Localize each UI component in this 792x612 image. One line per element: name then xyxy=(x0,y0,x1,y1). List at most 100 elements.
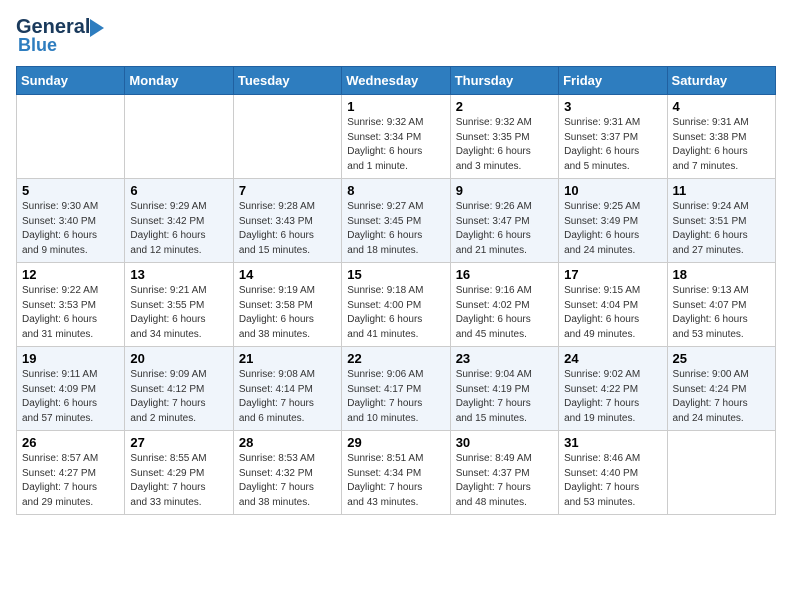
calendar-cell: 26 Sunrise: 8:57 AM Sunset: 4:27 PM Dayli… xyxy=(17,431,125,515)
day-info: Sunrise: 9:31 AM Sunset: 3:38 PM Dayligh… xyxy=(673,116,770,174)
day-number: 18 xyxy=(673,267,770,282)
calendar-week-row: 1Sunrise: 9:32 AM Sunset: 3:34 PM Daylig… xyxy=(17,95,776,179)
day-number: 31 xyxy=(564,435,661,450)
calendar-cell: 11Sunrise: 9:24 AM Sunset: 3:51 PM Dayli… xyxy=(667,179,775,263)
calendar-week-row: 12 Sunrise: 9:22 AM Sunset: 3:53 PM Dayli… xyxy=(17,263,776,347)
day-info: Sunrise: 8:49 AM Sunset: 4:37 PM Dayligh… xyxy=(456,452,553,510)
day-number: 17 xyxy=(564,267,661,282)
day-of-week-header: Saturday xyxy=(667,67,775,95)
calendar-cell: 18 Sunrise: 9:13 AM Sunset: 4:07 PM Dayli… xyxy=(667,263,775,347)
calendar-week-row: 26 Sunrise: 8:57 AM Sunset: 4:27 PM Dayli… xyxy=(17,431,776,515)
calendar-cell: 10 Sunrise: 9:25 AM Sunset: 3:49 PM Dayli… xyxy=(559,179,667,263)
calendar-cell: 19 Sunrise: 9:11 AM Sunset: 4:09 PM Dayli… xyxy=(17,347,125,431)
calendar-cell: 16 Sunrise: 9:16 AM Sunset: 4:02 PM Dayli… xyxy=(450,263,558,347)
calendar-cell: 27 Sunrise: 8:55 AM Sunset: 4:29 PM Dayli… xyxy=(125,431,233,515)
calendar-cell: 7 Sunrise: 9:28 AM Sunset: 3:43 PM Daylig… xyxy=(233,179,341,263)
page-header: General Blue xyxy=(16,16,776,56)
day-number: 9 xyxy=(456,183,553,198)
day-number: 7 xyxy=(239,183,336,198)
calendar-cell: 31 Sunrise: 8:46 AM Sunset: 4:40 PM Dayli… xyxy=(559,431,667,515)
calendar-week-row: 19 Sunrise: 9:11 AM Sunset: 4:09 PM Dayli… xyxy=(17,347,776,431)
day-number: 12 xyxy=(22,267,119,282)
calendar-week-row: 5 Sunrise: 9:30 AM Sunset: 3:40 PM Daylig… xyxy=(17,179,776,263)
calendar-cell xyxy=(17,95,125,179)
day-number: 4 xyxy=(673,99,770,114)
day-info: Sunrise: 9:06 AM Sunset: 4:17 PM Dayligh… xyxy=(347,368,444,426)
calendar-cell: 8 Sunrise: 9:27 AM Sunset: 3:45 PM Daylig… xyxy=(342,179,450,263)
day-number: 5 xyxy=(22,183,119,198)
day-number: 27 xyxy=(130,435,227,450)
day-number: 24 xyxy=(564,351,661,366)
day-of-week-header: Wednesday xyxy=(342,67,450,95)
calendar-cell: 6 Sunrise: 9:29 AM Sunset: 3:42 PM Daylig… xyxy=(125,179,233,263)
day-number: 30 xyxy=(456,435,553,450)
day-info: Sunrise: 9:16 AM Sunset: 4:02 PM Dayligh… xyxy=(456,284,553,342)
day-info: Sunrise: 9:08 AM Sunset: 4:14 PM Dayligh… xyxy=(239,368,336,426)
logo: General Blue xyxy=(16,16,112,56)
day-info: Sunrise: 9:19 AM Sunset: 3:58 PM Dayligh… xyxy=(239,284,336,342)
day-of-week-header: Sunday xyxy=(17,67,125,95)
day-info: Sunrise: 8:46 AM Sunset: 4:40 PM Dayligh… xyxy=(564,452,661,510)
day-number: 16 xyxy=(456,267,553,282)
day-number: 23 xyxy=(456,351,553,366)
day-number: 25 xyxy=(673,351,770,366)
calendar-cell: 3 Sunrise: 9:31 AM Sunset: 3:37 PM Daylig… xyxy=(559,95,667,179)
calendar-cell: 15 Sunrise: 9:18 AM Sunset: 4:00 PM Dayli… xyxy=(342,263,450,347)
day-info: Sunrise: 9:29 AM Sunset: 3:42 PM Dayligh… xyxy=(130,200,227,258)
day-info: Sunrise: 9:11 AM Sunset: 4:09 PM Dayligh… xyxy=(22,368,119,426)
day-number: 15 xyxy=(347,267,444,282)
day-info: Sunrise: 9:28 AM Sunset: 3:43 PM Dayligh… xyxy=(239,200,336,258)
calendar-cell: 17 Sunrise: 9:15 AM Sunset: 4:04 PM Dayli… xyxy=(559,263,667,347)
calendar-cell: 14 Sunrise: 9:19 AM Sunset: 3:58 PM Dayli… xyxy=(233,263,341,347)
day-of-week-header: Friday xyxy=(559,67,667,95)
calendar-table: SundayMondayTuesdayWednesdayThursdayFrid… xyxy=(16,66,776,515)
day-info: Sunrise: 9:15 AM Sunset: 4:04 PM Dayligh… xyxy=(564,284,661,342)
day-number: 6 xyxy=(130,183,227,198)
calendar-cell: 20 Sunrise: 9:09 AM Sunset: 4:12 PM Dayli… xyxy=(125,347,233,431)
calendar-cell: 5 Sunrise: 9:30 AM Sunset: 3:40 PM Daylig… xyxy=(17,179,125,263)
calendar-cell: 28Sunrise: 8:53 AM Sunset: 4:32 PM Dayli… xyxy=(233,431,341,515)
calendar-cell: 29 Sunrise: 8:51 AM Sunset: 4:34 PM Dayli… xyxy=(342,431,450,515)
day-info: Sunrise: 8:51 AM Sunset: 4:34 PM Dayligh… xyxy=(347,452,444,510)
day-info: Sunrise: 8:55 AM Sunset: 4:29 PM Dayligh… xyxy=(130,452,227,510)
day-info: Sunrise: 9:25 AM Sunset: 3:49 PM Dayligh… xyxy=(564,200,661,258)
day-info: Sunrise: 9:22 AM Sunset: 3:53 PM Dayligh… xyxy=(22,284,119,342)
day-number: 22 xyxy=(347,351,444,366)
day-number: 3 xyxy=(564,99,661,114)
day-number: 28 xyxy=(239,435,336,450)
day-number: 19 xyxy=(22,351,119,366)
day-info: Sunrise: 8:57 AM Sunset: 4:27 PM Dayligh… xyxy=(22,452,119,510)
calendar-cell: 12 Sunrise: 9:22 AM Sunset: 3:53 PM Dayli… xyxy=(17,263,125,347)
day-info: Sunrise: 9:31 AM Sunset: 3:37 PM Dayligh… xyxy=(564,116,661,174)
day-number: 20 xyxy=(130,351,227,366)
calendar-cell xyxy=(667,431,775,515)
day-info: Sunrise: 9:27 AM Sunset: 3:45 PM Dayligh… xyxy=(347,200,444,258)
calendar-cell: 25 Sunrise: 9:00 AM Sunset: 4:24 PM Dayli… xyxy=(667,347,775,431)
day-number: 13 xyxy=(130,267,227,282)
day-info: Sunrise: 9:02 AM Sunset: 4:22 PM Dayligh… xyxy=(564,368,661,426)
day-number: 8 xyxy=(347,183,444,198)
day-info: Sunrise: 9:30 AM Sunset: 3:40 PM Dayligh… xyxy=(22,200,119,258)
day-number: 2 xyxy=(456,99,553,114)
day-number: 21 xyxy=(239,351,336,366)
day-info: Sunrise: 9:21 AM Sunset: 3:55 PM Dayligh… xyxy=(130,284,227,342)
logo-arrow-icon xyxy=(90,19,112,37)
day-info: Sunrise: 9:32 AM Sunset: 3:34 PM Dayligh… xyxy=(347,116,444,174)
calendar-cell: 24 Sunrise: 9:02 AM Sunset: 4:22 PM Dayli… xyxy=(559,347,667,431)
day-of-week-header: Tuesday xyxy=(233,67,341,95)
day-info: Sunrise: 9:26 AM Sunset: 3:47 PM Dayligh… xyxy=(456,200,553,258)
calendar-cell: 2 Sunrise: 9:32 AM Sunset: 3:35 PM Daylig… xyxy=(450,95,558,179)
day-number: 26 xyxy=(22,435,119,450)
day-info: Sunrise: 9:00 AM Sunset: 4:24 PM Dayligh… xyxy=(673,368,770,426)
day-number: 29 xyxy=(347,435,444,450)
calendar-cell: 23Sunrise: 9:04 AM Sunset: 4:19 PM Dayli… xyxy=(450,347,558,431)
calendar-cell: 22 Sunrise: 9:06 AM Sunset: 4:17 PM Dayli… xyxy=(342,347,450,431)
day-info: Sunrise: 9:13 AM Sunset: 4:07 PM Dayligh… xyxy=(673,284,770,342)
day-info: Sunrise: 9:32 AM Sunset: 3:35 PM Dayligh… xyxy=(456,116,553,174)
day-info: Sunrise: 9:18 AM Sunset: 4:00 PM Dayligh… xyxy=(347,284,444,342)
day-info: Sunrise: 9:09 AM Sunset: 4:12 PM Dayligh… xyxy=(130,368,227,426)
calendar-cell: 13 Sunrise: 9:21 AM Sunset: 3:55 PM Dayli… xyxy=(125,263,233,347)
day-number: 10 xyxy=(564,183,661,198)
day-number: 11 xyxy=(673,183,770,198)
day-number: 14 xyxy=(239,267,336,282)
